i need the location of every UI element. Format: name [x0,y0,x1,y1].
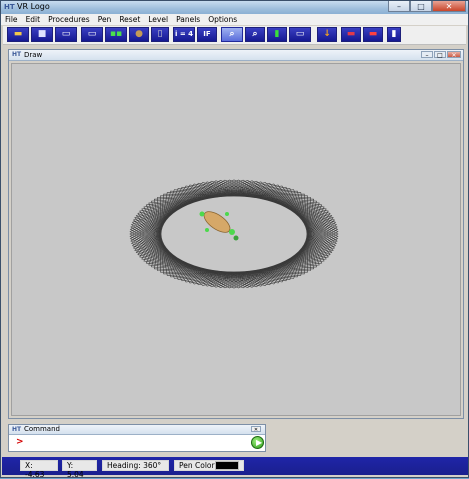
title-bar[interactable]: HT VR Logo – □ ✕ [1,1,468,15]
zoom-in-icon: ⌕ [229,29,235,39]
tall-box-icon: ▮ [391,29,397,39]
text-box-button[interactable]: ▭ [81,27,103,42]
pen-color-text: Pen Color: [179,461,217,470]
zoom-out-button[interactable]: ⌕ [245,27,265,42]
command-prompt: > [16,437,24,447]
page-icon: ▯ [157,29,163,39]
zoom-in-button[interactable]: ⌕ [221,27,243,42]
menu-level[interactable]: Level [144,14,172,25]
minimize-button[interactable]: – [388,1,410,12]
draw-minimize-button[interactable]: – [421,51,433,59]
turtle-icon [199,211,239,241]
draw-window: HT Draw – □ ✕ [8,49,464,419]
flat-view-button[interactable]: ▭ [289,27,311,42]
menu-options[interactable]: Options [204,14,241,25]
command-title-bar[interactable]: HT Command ✕ [9,425,265,435]
red-shape-icon: ▬ [346,29,356,39]
if-label: IF [203,30,211,38]
draw-maximize-button[interactable]: □ [434,51,446,59]
command-title: Command [24,425,60,433]
zoom-out-icon: ⌕ [252,29,258,39]
menu-pen[interactable]: Pen [94,14,116,25]
red-shape-button[interactable]: ▬ [341,27,361,42]
menu-bar: File Edit Procedures Pen Reset Level Pan… [1,14,468,25]
draw-title-bar[interactable]: HT Draw – □ ✕ [9,50,463,61]
turtle-button[interactable]: ● [129,27,149,42]
command-close-button[interactable]: ✕ [251,426,261,433]
open-folder-button[interactable]: ▬ [7,27,29,42]
arrow-down-button[interactable]: ↓ [317,27,337,42]
open-folder-icon: ▬ [13,29,23,39]
spirograph-drawing [129,179,339,289]
menu-panels[interactable]: Panels [172,14,204,25]
close-button[interactable]: ✕ [432,1,466,12]
status-bar: X: -4.63 Y: 5.04 Heading: 360° Pen Color… [2,457,468,479]
green-cylinder-icon: ▮ [274,29,280,39]
arrow-down-icon: ↓ [323,29,331,39]
pen-color-swatch[interactable] [215,461,239,470]
toolbar: ▬ ■ ▭ ▭ ▪▪ ● ▯ i = 4 IF ⌕ ⌕ ▮ ▭ ↓ ▬ ▬ ▮ [3,26,466,45]
x-coordinate: X: -4.63 [20,460,58,479]
print-button[interactable]: ▭ [55,27,77,42]
draw-canvas[interactable] [11,63,461,416]
variable-button[interactable]: i = 4 [173,27,195,42]
app-logo-icon: HT [4,3,15,11]
draw-close-button[interactable]: ✕ [447,51,461,59]
window-title: VR Logo [17,2,50,11]
app-window: HT VR Logo – □ ✕ File Edit Procedures Pe… [0,0,469,479]
print-icon: ▭ [61,29,71,39]
blocks-icon: ▪▪ [109,29,123,39]
menu-edit[interactable]: Edit [22,14,45,25]
heading-readout: Heading: 360° [102,460,169,471]
y-coordinate: Y: 5.04 [62,460,97,479]
if-button[interactable]: IF [197,27,217,42]
color-bar-button[interactable]: ▬ [363,27,383,42]
cylinder-button[interactable]: ▮ [267,27,287,42]
run-button[interactable]: ▶ [251,436,264,449]
draw-title: Draw [24,51,43,59]
turtle-icon: ● [135,29,143,39]
color-bar-icon: ▬ [368,29,378,39]
save-button[interactable]: ■ [31,27,53,42]
caption-buttons: – □ ✕ [388,1,466,13]
command-input[interactable] [26,436,244,449]
text-box-icon: ▭ [87,29,97,39]
menu-procedures[interactable]: Procedures [44,14,94,25]
draw-caption-buttons: – □ ✕ [421,51,461,59]
flat-view-icon: ▭ [295,29,305,39]
blocks-button[interactable]: ▪▪ [105,27,127,42]
menu-reset[interactable]: Reset [115,14,144,25]
menu-file[interactable]: File [1,14,22,25]
draw-logo-icon: HT [12,51,22,58]
page-button[interactable]: ▯ [151,27,169,42]
command-window: HT Command ✕ > ▶ [8,424,266,452]
command-logo-icon: HT [12,426,22,433]
maximize-button[interactable]: □ [410,1,432,12]
save-disk-icon: ■ [37,29,47,39]
tall-box-button[interactable]: ▮ [387,27,401,42]
play-icon: ▶ [256,438,263,447]
variable-label: i = 4 [174,30,193,38]
